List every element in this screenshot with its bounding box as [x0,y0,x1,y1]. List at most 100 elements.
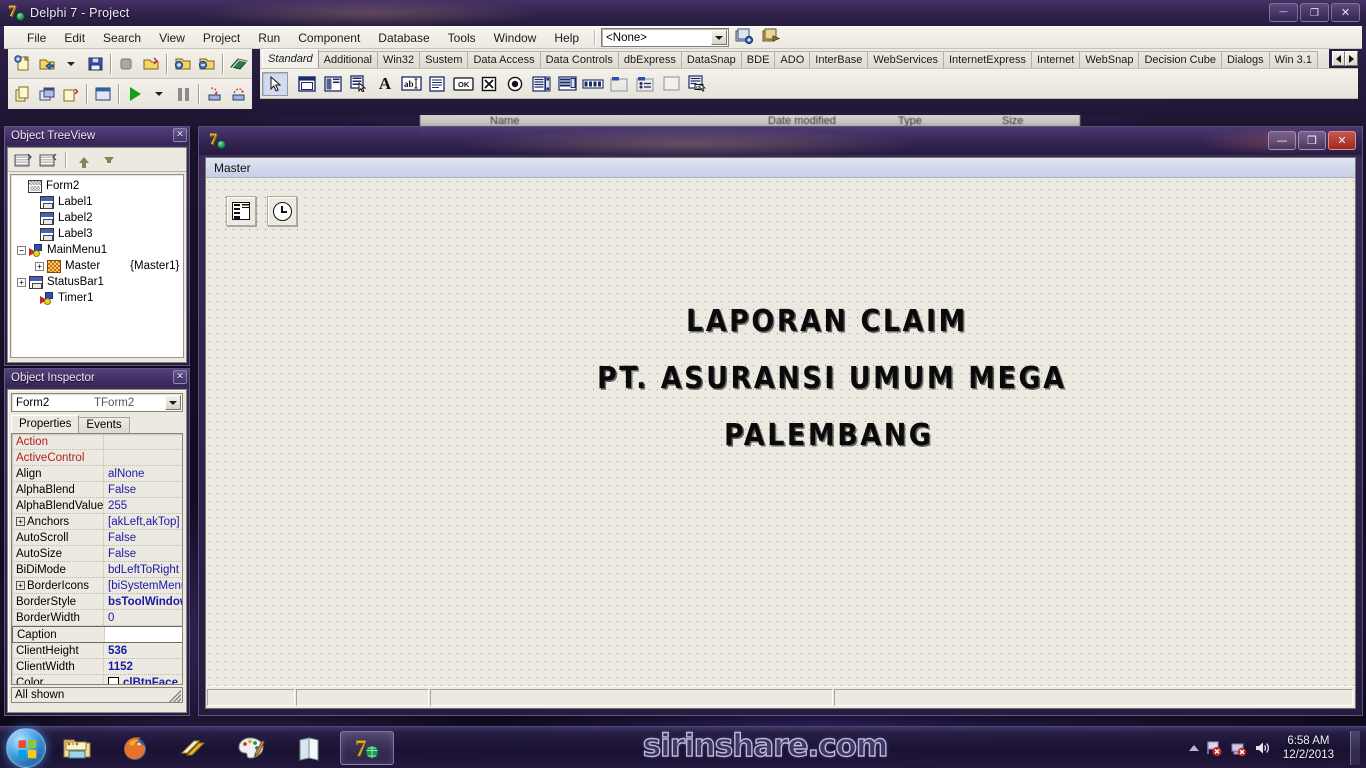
palette-tab-win31[interactable]: Win 3.1 [1268,51,1318,68]
checkbox-component[interactable] [476,72,502,96]
property-value[interactable]: 255 [104,500,182,512]
taskbar-item-notepad[interactable] [282,731,336,765]
edit-component[interactable]: ab [398,72,424,96]
object-selector-combo[interactable]: Form2 TForm2 [11,393,183,412]
palette-tab-ado[interactable]: ADO [774,51,811,68]
property-row[interactable]: AutoScroll False [12,530,182,546]
property-value-editor[interactable] [105,627,182,642]
tree-node-label2[interactable]: Label2 [13,210,181,226]
tree-node-timer1[interactable]: Timer1 [13,290,181,306]
tree-node-master[interactable]: + Master {Master1} [13,258,181,274]
object-treeview-titlebar[interactable]: Object TreeView ✕ [5,127,189,145]
ide-minimize-button[interactable] [1269,3,1298,22]
palette-tab-data-access[interactable]: Data Access [467,51,541,68]
show-desktop-button[interactable] [1350,730,1360,765]
groupbox-component[interactable] [606,72,632,96]
menu-project[interactable]: Project [194,29,249,47]
tree-delete-icon[interactable] [37,150,59,170]
form-menu-master[interactable]: Master [214,161,251,175]
taskbar-clock[interactable]: 6:58 AM 12/2/2013 [1277,734,1340,762]
add-file-button[interactable] [171,52,195,75]
property-value[interactable]: 536 [104,645,182,657]
run-button[interactable] [123,83,147,106]
palette-tab-webservices[interactable]: WebServices [867,51,944,68]
scroll-left-icon[interactable] [1332,51,1345,66]
property-value[interactable]: alNone [104,468,182,480]
property-row[interactable]: ActiveControl [12,450,182,466]
menu-view[interactable]: View [150,29,194,47]
flag-problem-icon[interactable] [1205,739,1223,757]
expand-property-button[interactable]: + [16,581,25,590]
view-form-button[interactable] [91,83,115,106]
palette-tab-data-controls[interactable]: Data Controls [539,51,619,68]
expand-node-button[interactable]: + [17,277,26,287]
property-row[interactable]: ClientHeight 536 [12,643,182,659]
form-minimize-button[interactable]: — [1268,131,1296,150]
palette-tab-internet[interactable]: Internet [1031,51,1081,68]
property-value[interactable]: 1152 [104,661,182,673]
arrow-down-icon[interactable] [98,150,120,170]
desktop-layout-combo[interactable]: <None> [601,28,730,47]
step-over-button[interactable] [227,83,251,106]
property-row[interactable]: + BorderIcons [biSystemMenu [12,578,182,594]
menu-edit[interactable]: Edit [55,29,94,47]
tree-node-form2[interactable]: Form2 [13,178,181,194]
collapse-node-button[interactable]: − [17,245,26,255]
palette-tab-additional[interactable]: Additional [317,51,378,68]
property-row[interactable]: AlphaBlend False [12,482,182,498]
trace-into-button[interactable] [203,83,227,106]
property-row[interactable]: ClientWidth 1152 [12,659,182,675]
property-row[interactable]: Align alNone [12,466,182,482]
tab-events[interactable]: Events [78,417,130,433]
menu-file[interactable]: File [18,29,55,47]
radiogroup-component[interactable] [632,72,658,96]
form-label-3[interactable]: PALEMBANG [724,418,933,453]
menu-database[interactable]: Database [369,29,438,47]
pointer-tool[interactable] [262,71,288,96]
palette-tab-win32[interactable]: Win32 [376,51,421,68]
property-value[interactable]: bsToolWindow [104,596,182,608]
mainmenu-component[interactable] [320,72,346,96]
view-unit-button[interactable] [59,83,83,106]
tree-node-label1[interactable]: Label1 [13,194,181,210]
combobox-component[interactable] [554,72,580,96]
palette-tab-interbase[interactable]: InterBase [809,51,869,68]
popupmenu-component[interactable] [346,72,372,96]
save-button[interactable] [83,52,107,75]
frames-component[interactable] [294,72,320,96]
property-value[interactable]: False [104,484,182,496]
ide-titlebar[interactable]: 7 Delphi 7 - Project [0,0,1366,26]
chevron-down-icon[interactable] [165,395,181,410]
property-value-color[interactable]: clBtnFace [104,676,182,684]
chevron-down-icon[interactable] [711,30,728,45]
new-form-button[interactable] [11,83,35,106]
palette-tab-internetexpress[interactable]: InternetExpress [942,51,1033,68]
radiobutton-component[interactable] [502,72,528,96]
menu-run[interactable]: Run [249,29,289,47]
property-row[interactable]: + Anchors [akLeft,akTop] [12,514,182,530]
taskbar-item-firefox[interactable] [108,731,162,765]
property-value[interactable]: [biSystemMenu [104,580,182,592]
property-row[interactable]: AutoSize False [12,546,182,562]
property-row[interactable]: Color clBtnFace [12,675,182,684]
form-titlebar[interactable]: 7 — ❐ ✕ [199,127,1366,155]
form-label-2[interactable]: PT. ASURANSI UMUM MEGA [597,361,1067,396]
ide-maximize-button[interactable] [1300,3,1329,22]
tree-node-label3[interactable]: Label3 [13,226,181,242]
palette-tab-datasnap[interactable]: DataSnap [680,51,742,68]
start-button[interactable] [6,727,46,768]
property-row[interactable]: AlphaBlendValue 255 [12,498,182,514]
property-value[interactable]: False [104,548,182,560]
property-row-selected[interactable]: Caption [12,626,182,643]
form-statusbar[interactable] [206,686,1355,708]
pause-button[interactable] [171,83,195,106]
menu-help[interactable]: Help [545,29,588,47]
palette-tab-standard[interactable]: Standard [262,49,319,68]
panel-component[interactable] [658,72,684,96]
form-design-canvas[interactable]: LAPORAN CLAIM PT. ASURANSI UMUM MEGA PAL… [206,178,1355,686]
actionlist-component[interactable]: OK [684,72,710,96]
open-file-button[interactable] [139,52,163,75]
scrollbar-component[interactable] [580,72,606,96]
palette-tab-decision-cube[interactable]: Decision Cube [1138,51,1222,68]
menu-component[interactable]: Component [289,29,369,47]
